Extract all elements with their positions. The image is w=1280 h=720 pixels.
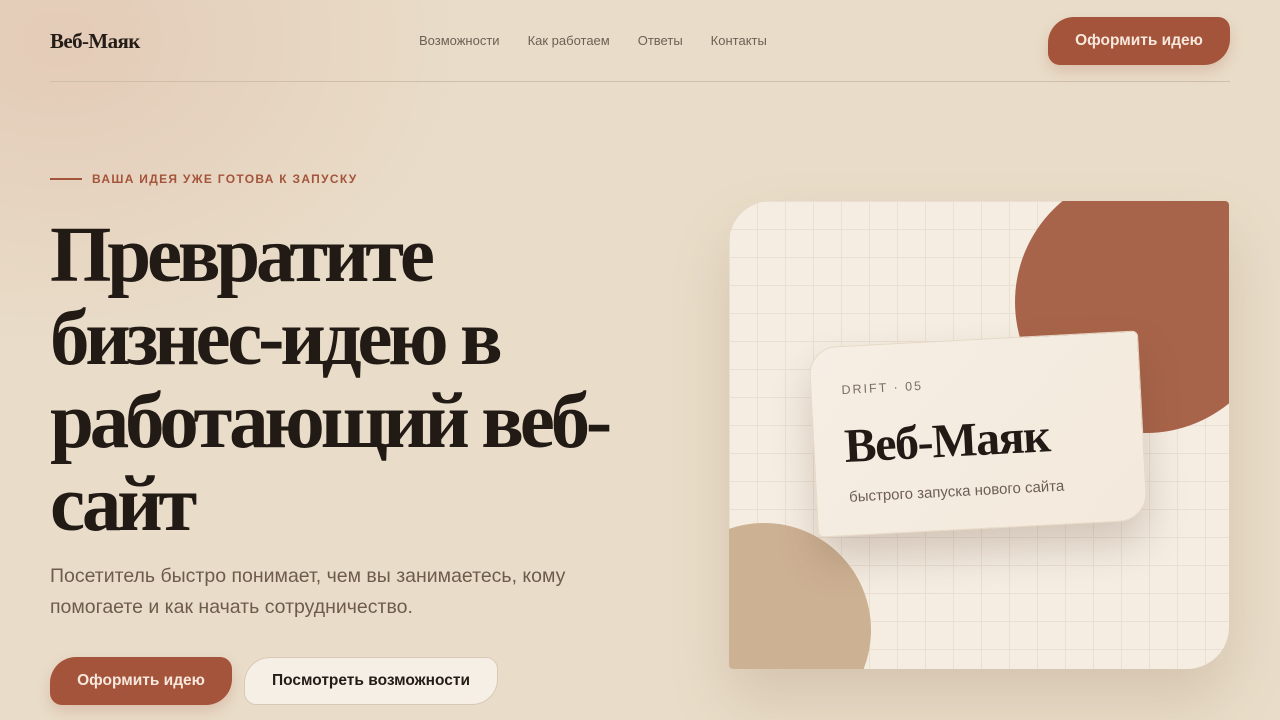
nav-link-features[interactable]: Возможности (419, 33, 500, 48)
nav-link-how-we-work[interactable]: Как работаем (528, 33, 610, 48)
site-header: Веб-Маяк Возможности Как работаем Ответы… (50, 0, 1230, 82)
nav-link-contacts[interactable]: Контакты (711, 33, 767, 48)
card-kicker: DRIFT · 05 (841, 378, 924, 398)
card-title: Веб-Маяк (843, 409, 1051, 473)
hero-secondary-button[interactable]: Посмотреть возможности (244, 657, 498, 705)
card-subtitle: быстрого запуска нового сайта (848, 477, 1065, 506)
hero-primary-button[interactable]: Оформить идею (50, 657, 232, 705)
eyebrow-text: ВАША ИДЕЯ УЖЕ ГОТОВА К ЗАПУСКУ (92, 172, 358, 186)
brand-card: DRIFT · 05 Веб-Маяк быстрого запуска нов… (808, 330, 1148, 538)
hero-eyebrow: ВАША ИДЕЯ УЖЕ ГОТОВА К ЗАПУСКУ (50, 172, 358, 186)
hero-headline: Превратите бизнес-идею в работающий веб-… (50, 212, 612, 548)
site-logo[interactable]: Веб-Маяк (50, 29, 140, 54)
hero-visual: DRIFT · 05 Веб-Маяк быстрого запуска нов… (729, 201, 1229, 669)
nav-link-faq[interactable]: Ответы (638, 33, 683, 48)
header-cta-button[interactable]: Оформить идею (1048, 17, 1230, 65)
decorative-sand-circle (729, 523, 871, 669)
eyebrow-line (50, 178, 82, 180)
hero-subtitle: Посетитель быстро понимает, чем вы заним… (50, 565, 566, 618)
main-nav: Возможности Как работаем Ответы Контакты (419, 33, 767, 48)
